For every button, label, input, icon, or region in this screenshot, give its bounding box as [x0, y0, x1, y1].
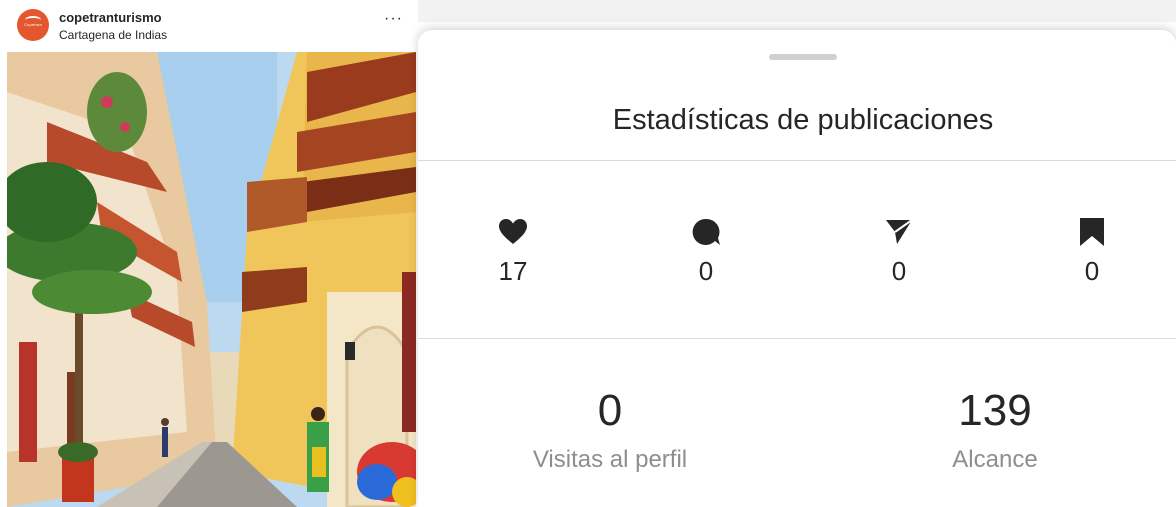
status-bar-strip [418, 0, 1176, 22]
profile-visits-label: Visitas al perfil [532, 446, 688, 473]
reach-count: 139 [958, 386, 1032, 435]
reach-stat: 139 Alcance [875, 386, 1115, 474]
post-insights-sheet: Estadísticas de publicaciones 17 0 0 0 0… [418, 30, 1176, 507]
reach-label: Alcance [952, 446, 1038, 473]
saves-stat: 0 [1052, 216, 1132, 287]
street-photo [7, 52, 416, 507]
saves-count: 0 [1084, 256, 1100, 286]
avatar[interactable]: Copetran [17, 9, 49, 41]
share-icon [859, 216, 939, 248]
likes-stat: 17 [473, 216, 553, 287]
more-horizontal-icon[interactable]: ··· [384, 10, 403, 28]
shares-count: 0 [891, 256, 907, 286]
heart-icon [473, 216, 553, 248]
comments-stat: 0 [666, 216, 746, 287]
bookmark-icon [1052, 216, 1132, 248]
sheet-grabber[interactable] [769, 54, 837, 60]
divider [418, 160, 1176, 161]
profile-visits-stat: 0 Visitas al perfil [490, 386, 730, 474]
avatar-text: Copetran [23, 22, 43, 27]
username[interactable]: copetranturismo [59, 10, 162, 25]
sheet-title: Estadísticas de publicaciones [612, 104, 994, 136]
profile-visits-count: 0 [597, 386, 623, 435]
shares-stat: 0 [859, 216, 939, 287]
location[interactable]: Cartagena de Indias [59, 28, 167, 42]
post-panel: Copetran copetranturismo Cartagena de In… [0, 0, 418, 507]
likes-count: 17 [498, 256, 528, 286]
post-photo[interactable] [7, 52, 416, 507]
post-header: Copetran copetranturismo Cartagena de In… [0, 0, 418, 50]
comments-count: 0 [698, 256, 714, 286]
comment-icon [666, 216, 746, 248]
divider [418, 338, 1176, 339]
